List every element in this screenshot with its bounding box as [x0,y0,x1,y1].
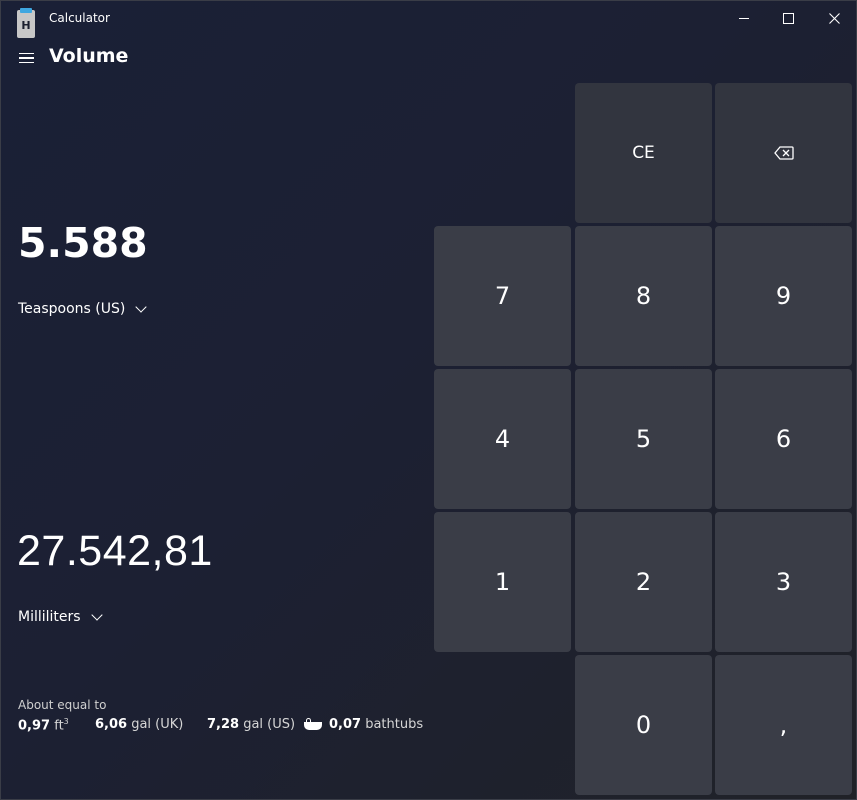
backspace-button[interactable] [715,83,852,223]
close-button[interactable] [811,1,856,35]
minimize-button[interactable] [721,1,767,35]
to-unit-dropdown[interactable]: Milliliters [18,609,103,625]
equivalent-gal-uk: 6,06 gal (UK) [95,717,184,732]
calculator-app-icon: H [17,8,35,38]
digit-3-button[interactable]: 3 [715,512,852,652]
output-value[interactable]: 27.542,81 [17,527,213,576]
page-title: Volume [49,45,129,67]
calculator-window: H Calculator Volume 5.588 Teaspoons (US)… [0,0,857,800]
from-unit-dropdown[interactable]: Teaspoons (US) [18,301,148,317]
digit-5-button[interactable]: 5 [575,369,712,509]
maximize-button[interactable] [765,1,811,35]
equivalent-cubic-feet: 0,97 ft3 [18,717,69,734]
digit-4-button[interactable]: 4 [434,369,571,509]
chevron-down-icon [90,609,103,621]
minimize-icon [739,17,749,19]
clear-entry-button[interactable]: CE [575,83,712,223]
digit-0-button[interactable]: 0 [575,655,712,795]
from-unit-label: Teaspoons (US) [18,301,126,317]
input-value[interactable]: 5.588 [18,219,148,267]
chevron-down-icon [135,301,148,313]
hamburger-menu-icon[interactable] [13,45,39,71]
title-bar: H Calculator [1,1,856,38]
to-unit-label: Milliliters [18,609,81,625]
equivalent-bathtubs: 0,07 bathtubs [303,717,423,732]
about-equal-label: About equal to [18,698,107,712]
bathtub-icon [303,718,323,731]
digit-6-button[interactable]: 6 [715,369,852,509]
backspace-icon [773,146,794,160]
digit-8-button[interactable]: 8 [575,226,712,366]
decimal-separator-button[interactable]: , [715,655,852,795]
digit-2-button[interactable]: 2 [575,512,712,652]
equivalent-gal-us: 7,28 gal (US) [207,717,296,732]
digit-7-button[interactable]: 7 [434,226,571,366]
maximize-icon [782,12,794,24]
digit-9-button[interactable]: 9 [715,226,852,366]
digit-1-button[interactable]: 1 [434,512,571,652]
close-icon [828,12,840,24]
window-title: Calculator [49,11,110,25]
